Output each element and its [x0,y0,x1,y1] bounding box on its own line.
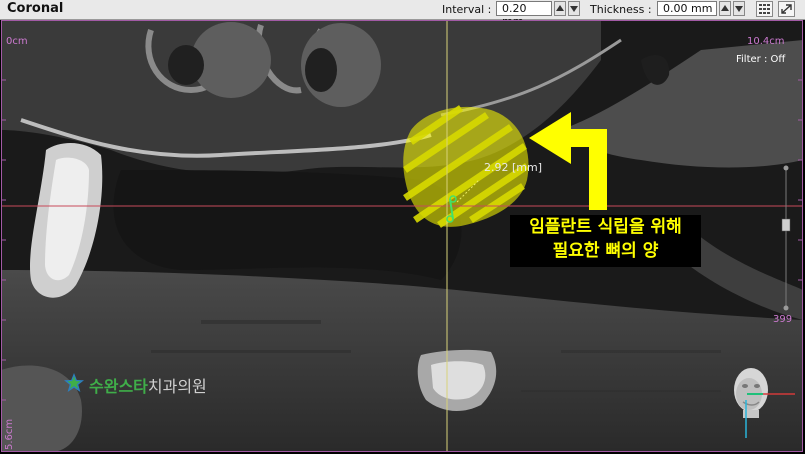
clinic-watermark: 수완스타치과의원 [89,373,207,397]
thickness-down-button[interactable] [733,1,745,16]
scale-top-left: 0cm [6,36,28,47]
thickness-up-button[interactable] [719,1,731,16]
view-toolbar: Coronal Interval : 0.20 mm Thickness : 0… [0,0,805,28]
view-title: Coronal [7,1,64,16]
scale-top-right: 10.4cm [747,36,785,47]
measurement-label: 2.92 [mm] [484,161,543,174]
thickness-input[interactable]: 0.00 mm [657,1,717,16]
expand-icon [781,4,792,14]
arrow-up-icon [721,5,729,11]
slider-handle [781,218,791,232]
interval-input[interactable]: 0.20 mm [496,1,552,28]
slice-slider[interactable] [780,163,792,313]
star-logo-icon [64,373,84,392]
interval-up-button[interactable] [554,1,566,16]
head-orientation-icon[interactable] [719,358,799,438]
interval-label: Interval : [442,3,492,16]
maximize-button[interactable] [778,1,795,17]
thickness-label: Thickness : [590,3,652,16]
grid-layout-button[interactable] [756,1,773,17]
filter-status: Filter : Off [736,54,786,65]
bone-volume-callout: 임플란트 식립을 위해 필요한 뼈의 양 [510,215,701,267]
slice-number: 399 [773,314,793,325]
arrow-down-icon [735,6,743,12]
clinic-name-green: 수완스타 [89,377,148,396]
arrow-down-icon [570,6,578,12]
clinic-name-rest: 치과의원 [147,377,207,396]
coronal-view-window: Coronal Interval : 0.20 mm Thickness : 0… [0,0,805,454]
ct-image-viewport[interactable]: 0cm 10.4cm Filter : Off 399 5.6cm 2.92 [… [1,20,803,452]
grid-icon [759,4,770,14]
interval-down-button[interactable] [568,1,580,16]
scale-bottom-left: 5.6cm [4,418,15,450]
callout-line-2: 필요한 뼈의 양 [552,241,659,261]
callout-line-1: 임플란트 식립을 위해 [529,217,682,237]
arrow-up-icon [556,5,564,11]
